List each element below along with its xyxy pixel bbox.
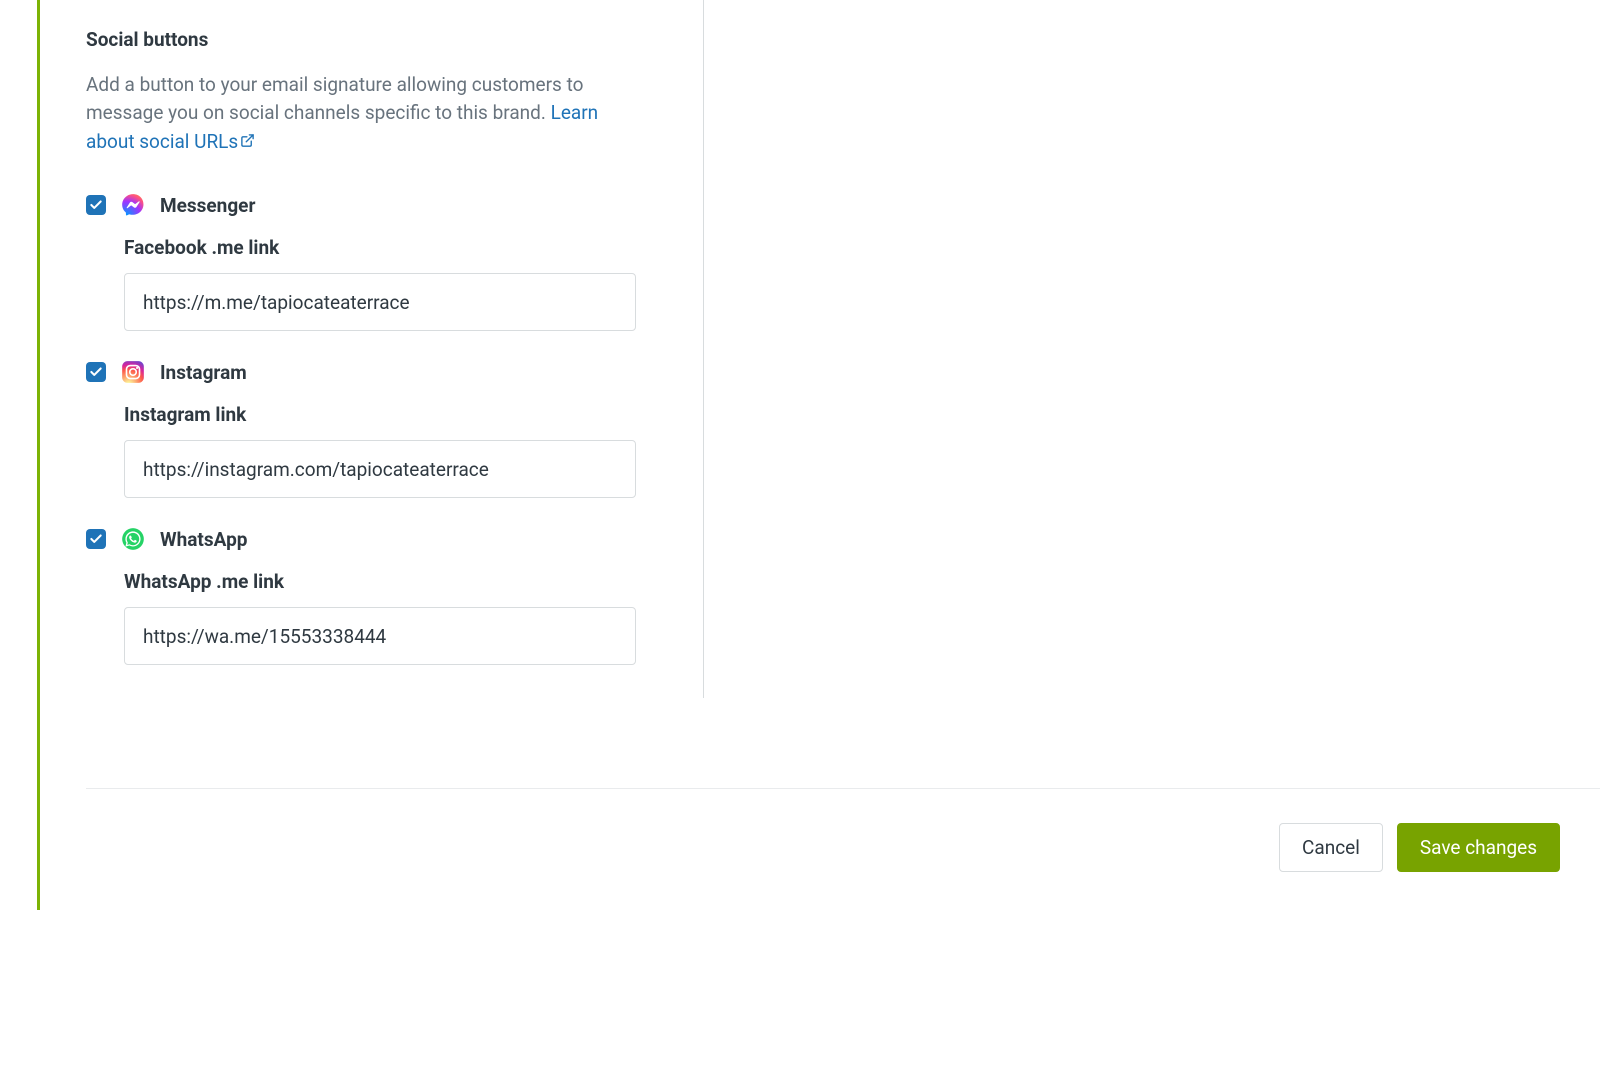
whatsapp-link-input[interactable] xyxy=(124,607,636,665)
social-row-messenger: Messenger xyxy=(86,192,646,218)
messenger-checkbox[interactable] xyxy=(86,195,106,215)
instagram-link-label: Instagram link xyxy=(124,403,646,426)
active-section-indicator xyxy=(37,0,40,910)
external-link-icon xyxy=(240,128,255,157)
whatsapp-link-label: WhatsApp .me link xyxy=(124,570,646,593)
messenger-link-label: Facebook .me link xyxy=(124,236,646,259)
description-text: Add a button to your email signature all… xyxy=(86,73,583,125)
whatsapp-label: WhatsApp xyxy=(160,528,247,551)
whatsapp-checkbox[interactable] xyxy=(86,529,106,549)
footer-actions: Cancel Save changes xyxy=(86,788,1600,872)
social-row-whatsapp: WhatsApp xyxy=(86,526,646,552)
cancel-button[interactable]: Cancel xyxy=(1279,823,1383,872)
social-row-instagram: Instagram xyxy=(86,359,646,385)
instagram-link-input[interactable] xyxy=(124,440,636,498)
instagram-icon xyxy=(120,359,146,385)
whatsapp-icon xyxy=(120,526,146,552)
section-title: Social buttons xyxy=(86,28,646,53)
messenger-link-input[interactable] xyxy=(124,273,636,331)
messenger-icon xyxy=(120,192,146,218)
messenger-label: Messenger xyxy=(160,194,255,217)
save-changes-button[interactable]: Save changes xyxy=(1397,823,1560,872)
instagram-label: Instagram xyxy=(160,361,247,384)
section-description: Add a button to your email signature all… xyxy=(86,71,646,157)
social-buttons-section: Social buttons Add a button to your emai… xyxy=(86,28,646,665)
panel-divider xyxy=(703,0,704,698)
instagram-checkbox[interactable] xyxy=(86,362,106,382)
